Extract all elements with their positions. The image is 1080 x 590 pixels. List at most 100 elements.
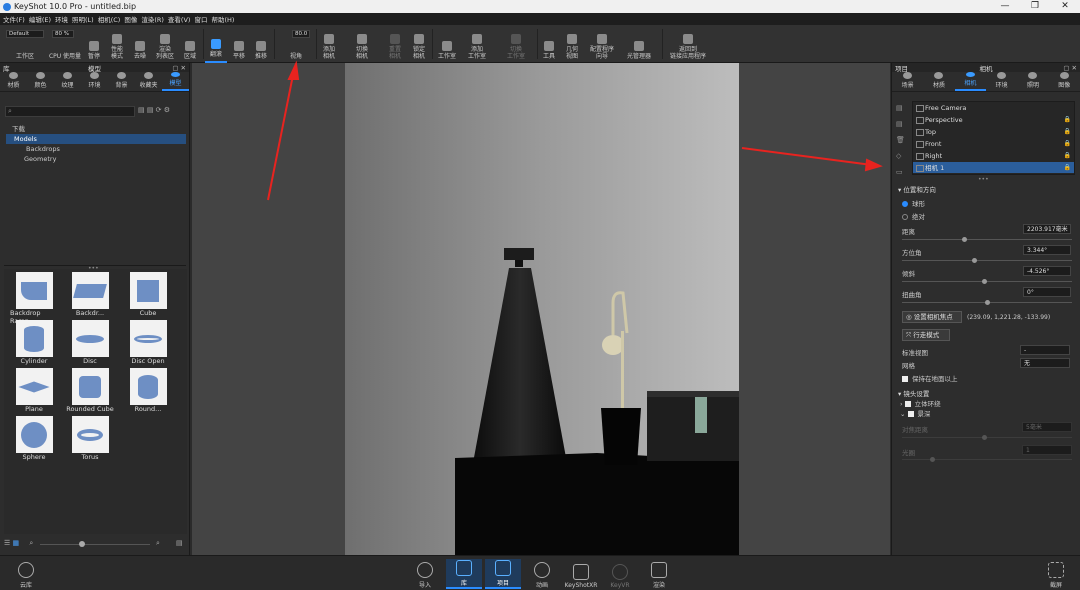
dof-label: 景深: [917, 410, 931, 418]
dof-checkbox[interactable]: [907, 411, 914, 417]
distance-slider[interactable]: [902, 237, 1072, 242]
azimuth-field[interactable]: 3.344°: [1023, 245, 1071, 255]
camera-list: Free Camera Perspective 🔒 Top 🔒 Front 🔒 Rig…: [912, 101, 1075, 175]
mode-absolute[interactable]: 绝对: [902, 211, 925, 221]
lens-section-header[interactable]: ▾ 镜头设置: [898, 388, 929, 398]
animation-label: 动画: [535, 582, 548, 589]
twist-field[interactable]: 0°: [1023, 287, 1071, 297]
lock-icon[interactable]: 🔒: [1064, 114, 1071, 126]
tab-label: 照明: [1026, 82, 1039, 89]
walk-mode-label: 行走模式: [913, 331, 940, 339]
focus-distance-handle[interactable]: [982, 435, 987, 440]
grid-select[interactable]: 无: [1020, 358, 1070, 368]
environment-icon: [997, 72, 1007, 79]
project-panel-title: 项目: [895, 64, 908, 73]
twist-label: 扭曲角: [902, 291, 922, 299]
set-camera-focus-button[interactable]: ◎ 设置相机焦点: [902, 311, 962, 323]
radio-spherical[interactable]: [902, 201, 908, 207]
splitter-handle-right[interactable]: •••: [978, 176, 989, 183]
import-button[interactable]: 导入: [407, 559, 443, 589]
twist-handle[interactable]: [985, 300, 990, 305]
aperture-field[interactable]: 1: [1022, 445, 1072, 455]
import-icon: [417, 562, 433, 578]
stereo-checkbox[interactable]: [904, 401, 911, 407]
camera-name: Perspective: [925, 116, 963, 124]
inclination-slider[interactable]: [902, 279, 1072, 284]
lighting-icon: [1028, 72, 1038, 79]
focus-distance-field[interactable]: 5毫米: [1022, 422, 1072, 432]
screenshot-button[interactable]: 截屏: [1038, 559, 1074, 589]
scene-icon: [903, 72, 913, 79]
project-toggle-button[interactable]: 项目: [485, 559, 521, 589]
animation-button[interactable]: 动画: [524, 559, 560, 589]
tab-label: 图像: [1058, 82, 1071, 89]
camera-item-free[interactable]: Free Camera: [913, 102, 1074, 114]
tab-scene[interactable]: 场景: [892, 72, 923, 91]
tab-material[interactable]: 材质: [923, 72, 954, 91]
camera-icon: [965, 72, 975, 77]
radio-absolute[interactable]: [902, 214, 908, 220]
camera-name: 相机 1: [925, 164, 945, 172]
keep-above-ground-checkbox[interactable]: [902, 376, 908, 382]
camera-name: Right: [925, 152, 943, 160]
project-tabs: 场景 材质 相机 环境 照明 图像: [892, 72, 1080, 92]
project-panel-controls[interactable]: ▢ ✕: [1063, 64, 1077, 72]
keyvr-button[interactable]: KeyVR: [602, 559, 638, 589]
position-section-header[interactable]: ▾ 位置和方向: [898, 184, 936, 194]
tab-image[interactable]: 图像: [1049, 72, 1080, 91]
tab-label: 环境: [995, 82, 1008, 89]
aperture-slider[interactable]: [902, 457, 1072, 462]
inclination-label: 倾斜: [902, 270, 915, 278]
play-icon: [534, 562, 550, 578]
mode-spherical[interactable]: 球形: [902, 198, 925, 208]
keyvr-label: KeyVR: [610, 582, 630, 589]
distance-label: 距离: [902, 228, 915, 236]
cloud-library-button[interactable]: 云库: [8, 559, 44, 589]
camera-item-perspective[interactable]: Perspective 🔒: [913, 114, 1074, 126]
camera-item-front[interactable]: Front 🔒: [913, 138, 1074, 150]
lock-icon[interactable]: 🔒: [1064, 150, 1071, 162]
project-sub-title: 相机: [979, 64, 993, 73]
dof-row[interactable]: ⌄ 景深: [900, 408, 931, 418]
azimuth-label: 方位角: [902, 249, 922, 257]
keep-above-ground-row[interactable]: 保持在地面以上: [902, 373, 958, 383]
stereo-row[interactable]: › 立体环绕: [900, 398, 941, 408]
standard-view-select[interactable]: -: [1020, 345, 1070, 355]
project-header: 项目 相机 ▢ ✕: [892, 63, 1080, 73]
material-icon: [934, 72, 944, 79]
distance-field[interactable]: 2203.917毫米: [1023, 224, 1071, 234]
library-toggle-button[interactable]: 库: [446, 559, 482, 589]
image-icon: [1059, 72, 1069, 79]
tab-lighting[interactable]: 照明: [1017, 72, 1048, 91]
vr-icon: [612, 564, 628, 580]
camera-item-camera1[interactable]: 相机 1 🔒: [913, 162, 1074, 174]
focus-distance-slider[interactable]: [902, 435, 1072, 440]
inclination-handle[interactable]: [982, 279, 987, 284]
lock-icon[interactable]: 🔒: [1064, 162, 1071, 174]
screenshot-icon: [1048, 562, 1064, 578]
camera-item-right[interactable]: Right 🔒: [913, 150, 1074, 162]
azimuth-slider[interactable]: [902, 258, 1072, 263]
render-button[interactable]: 渲染: [641, 559, 677, 589]
twist-slider[interactable]: [902, 300, 1072, 305]
keyshotxr-label: KeyShotXR: [564, 582, 598, 589]
list-icon: [495, 560, 511, 576]
tab-environment[interactable]: 环境: [986, 72, 1017, 91]
book-icon: [456, 560, 472, 576]
focus-distance-label: 对焦距离: [902, 426, 928, 434]
azimuth-handle[interactable]: [972, 258, 977, 263]
walk-mode-button[interactable]: ⤧ 行走模式: [902, 329, 950, 341]
aperture-handle[interactable]: [930, 457, 935, 462]
camera-list-tools[interactable]: ▤ ▤ 🗑 ◇ ▭: [896, 100, 906, 180]
inclination-field[interactable]: -4.526°: [1023, 266, 1071, 276]
camera-name: Top: [925, 128, 936, 136]
distance-handle[interactable]: [962, 237, 967, 242]
camera-item-top[interactable]: Top 🔒: [913, 126, 1074, 138]
library-label: 库: [460, 580, 467, 587]
project-label: 项目: [496, 580, 509, 587]
lock-icon[interactable]: 🔒: [1064, 138, 1071, 150]
bottom-ribbon: 云库 导入 库 项目 动画 KeyShotXR KeyVR 渲染 截屏: [0, 555, 1080, 590]
lock-icon[interactable]: 🔒: [1064, 126, 1071, 138]
tab-camera[interactable]: 相机: [954, 72, 986, 91]
keyshotxr-button[interactable]: KeyShotXR: [563, 559, 599, 589]
